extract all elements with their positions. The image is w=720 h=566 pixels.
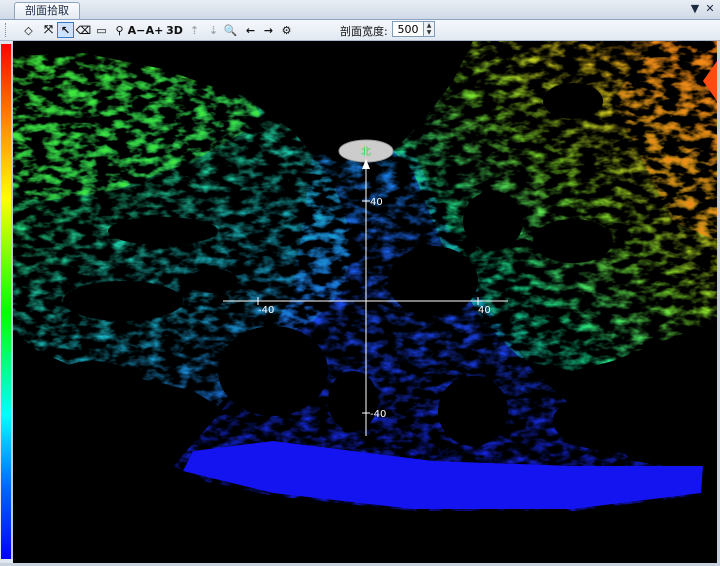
north-label: 北 — [361, 146, 371, 158]
layer-up-icon[interactable]: ⇡ — [186, 22, 203, 38]
view-3d-icon[interactable]: 3D — [166, 22, 183, 38]
close-icon[interactable]: ✕ — [703, 2, 717, 16]
toolbar: ◇ ⤧ ↖ ⌫ ▭ ⚲ A− A+ 3D ⇡ ⇣ 🔍 ← → ⚙ 剖面宽度: 500 ▲ ▼ — [0, 20, 720, 41]
window-titlebar: 剖面拾取 ▼ ✕ — [0, 0, 720, 20]
eraser-icon[interactable]: ⌫ — [75, 22, 92, 38]
x-axis-right-label: 40 — [478, 305, 491, 316]
tab-profile-pick[interactable]: 剖面拾取 — [14, 2, 80, 19]
font-decrease-icon[interactable]: A− — [128, 22, 146, 38]
select-polygon-icon[interactable]: ◇ — [20, 22, 37, 38]
elevation-colorbar — [1, 44, 13, 559]
point-cloud-scene[interactable]: 40 -40 -40 40 北 — [13, 41, 717, 563]
pointer-select-icon[interactable]: ↖ — [57, 22, 74, 38]
y-axis-bottom-label: -40 — [370, 409, 386, 420]
spin-down-icon[interactable]: ▼ — [424, 29, 434, 36]
rectangle-select-icon[interactable]: ▭ — [93, 22, 110, 38]
arrow-left-icon[interactable]: ← — [242, 22, 259, 38]
dropdown-icon[interactable]: ▼ — [688, 2, 702, 16]
x-axis-left-label: -40 — [258, 305, 274, 316]
y-axis-top-label: 40 — [370, 197, 383, 208]
settings-icon[interactable]: ⚙ — [278, 22, 295, 38]
zoom-icon[interactable]: 🔍 — [222, 22, 239, 38]
profile-width-label: 剖面宽度: — [340, 25, 388, 38]
spin-up-icon[interactable]: ▲ — [424, 22, 434, 29]
arrow-right-icon[interactable]: → — [260, 22, 277, 38]
font-increase-icon[interactable]: A+ — [146, 22, 164, 38]
profile-width-input[interactable]: 500 — [392, 21, 424, 37]
profile-width-spinner[interactable]: ▲ ▼ — [424, 21, 435, 37]
point-cloud-viewport[interactable]: 40 -40 -40 40 北 — [13, 41, 717, 563]
fit-extent-icon[interactable]: ⤧ — [40, 22, 57, 38]
pan-icon[interactable]: ⚲ — [111, 22, 128, 38]
layer-down-icon[interactable]: ⇣ — [205, 22, 222, 38]
toolbar-grip[interactable] — [5, 23, 9, 37]
